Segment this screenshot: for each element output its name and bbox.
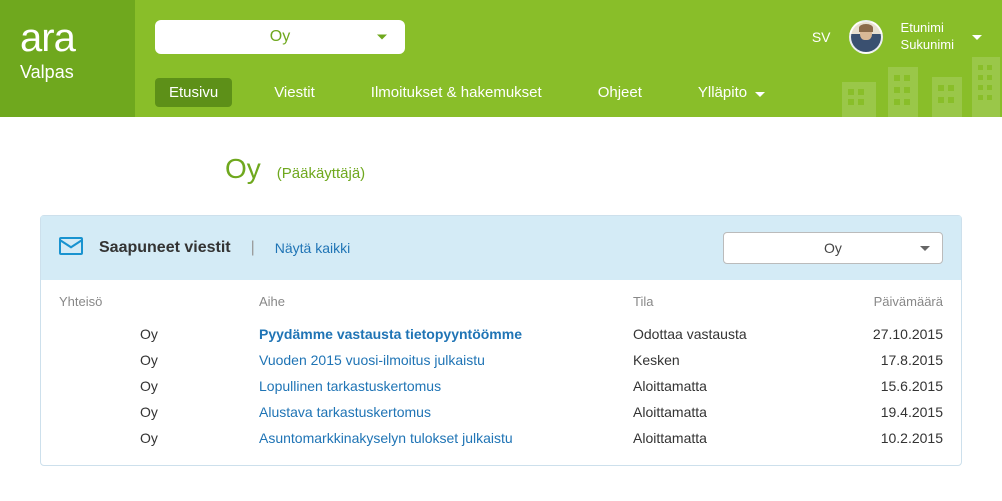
inbox-filter-value: Oy — [824, 240, 842, 256]
language-switch[interactable]: SV — [812, 29, 831, 45]
nav-viestit[interactable]: Viestit — [260, 78, 329, 107]
content-area: Oy (Pääkäyttäjä) Saapuneet viestit | Näy… — [0, 117, 1002, 486]
cell-company: Oy — [59, 404, 259, 420]
col-header-company: Yhteisö — [59, 294, 259, 309]
cell-status: Aloittamatta — [633, 430, 843, 446]
app-header: ara Valpas — [0, 0, 1002, 117]
col-header-date: Päivämäärä — [843, 294, 943, 309]
cell-subject-link[interactable]: Asuntomarkkinakyselyn tulokset julkaistu — [259, 430, 633, 446]
cell-date: 10.2.2015 — [843, 430, 943, 446]
show-all-link[interactable]: Näytä kaikki — [275, 240, 350, 256]
inbox-panel: Saapuneet viestit | Näytä kaikki Oy Yhte… — [40, 215, 962, 466]
avatar[interactable] — [849, 20, 883, 54]
cell-subject-link[interactable]: Pyydämme vastausta tietopyyntöömme — [259, 326, 633, 342]
page-title: Oy — [225, 153, 261, 185]
table-row: OyLopullinen tarkastuskertomusAloittamat… — [49, 373, 953, 399]
user-lastname: Sukunimi — [901, 37, 954, 54]
chevron-down-icon — [755, 92, 765, 97]
logo-area: ara Valpas — [0, 0, 135, 117]
col-header-status: Tila — [633, 294, 843, 309]
header-top-row: Oy SV Etunimi Sukunimi — [155, 20, 982, 54]
cell-date: 27.10.2015 — [843, 326, 943, 342]
cell-date: 17.8.2015 — [843, 352, 943, 368]
cell-subject-link[interactable]: Vuoden 2015 vuosi-ilmoitus julkaistu — [259, 352, 633, 368]
inbox-title: Saapuneet viestit — [99, 239, 231, 257]
table-row: OyAsuntomarkkinakyselyn tulokset julkais… — [49, 425, 953, 451]
company-selector[interactable]: Oy — [155, 20, 405, 54]
company-selector-value: Oy — [270, 28, 290, 46]
inbox-header: Saapuneet viestit | Näytä kaikki Oy — [41, 216, 961, 280]
table-header-row: Yhteisö Aihe Tila Päivämäärä — [49, 286, 953, 317]
chevron-down-icon — [920, 246, 930, 251]
page-title-row: Oy (Pääkäyttäjä) — [225, 153, 982, 185]
divider: | — [251, 239, 255, 257]
table-row: OyPyydämme vastausta tietopyyntöömmeOdot… — [49, 321, 953, 347]
mail-icon — [59, 237, 83, 260]
inbox-table: Yhteisö Aihe Tila Päivämäärä OyPyydämme … — [41, 286, 961, 465]
cell-date: 15.6.2015 — [843, 378, 943, 394]
buildings-decoration — [832, 57, 1002, 117]
cell-date: 19.4.2015 — [843, 404, 943, 420]
nav-etusivu[interactable]: Etusivu — [155, 78, 232, 107]
cell-company: Oy — [59, 378, 259, 394]
nav-yllapito[interactable]: Ylläpito — [684, 78, 779, 107]
chevron-down-icon — [377, 35, 387, 40]
nav-ohjeet[interactable]: Ohjeet — [584, 78, 656, 107]
page-role: (Pääkäyttäjä) — [277, 165, 365, 182]
cell-company: Oy — [59, 430, 259, 446]
table-row: OyVuoden 2015 vuosi-ilmoitus julkaistuKe… — [49, 347, 953, 373]
chevron-down-icon[interactable] — [972, 35, 982, 40]
logo-main: ara — [20, 18, 115, 58]
inbox-filter-select[interactable]: Oy — [723, 232, 943, 264]
logo-sub: Valpas — [20, 62, 115, 83]
cell-status: Kesken — [633, 352, 843, 368]
user-area: SV Etunimi Sukunimi — [812, 20, 982, 54]
user-menu[interactable]: Etunimi Sukunimi — [901, 20, 954, 54]
cell-company: Oy — [59, 352, 259, 368]
cell-status: Aloittamatta — [633, 378, 843, 394]
cell-subject-link[interactable]: Alustava tarkastuskertomus — [259, 404, 633, 420]
cell-subject-link[interactable]: Lopullinen tarkastuskertomus — [259, 378, 633, 394]
nav-ilmoitukset[interactable]: Ilmoitukset & hakemukset — [357, 78, 556, 107]
cell-company: Oy — [59, 326, 259, 342]
table-row: OyAlustava tarkastuskertomusAloittamatta… — [49, 399, 953, 425]
cell-status: Aloittamatta — [633, 404, 843, 420]
cell-status: Odottaa vastausta — [633, 326, 843, 342]
col-header-subject: Aihe — [259, 294, 633, 309]
user-firstname: Etunimi — [901, 20, 954, 37]
header-right: Oy SV Etunimi Sukunimi Etusivu Viestit I… — [135, 0, 1002, 117]
